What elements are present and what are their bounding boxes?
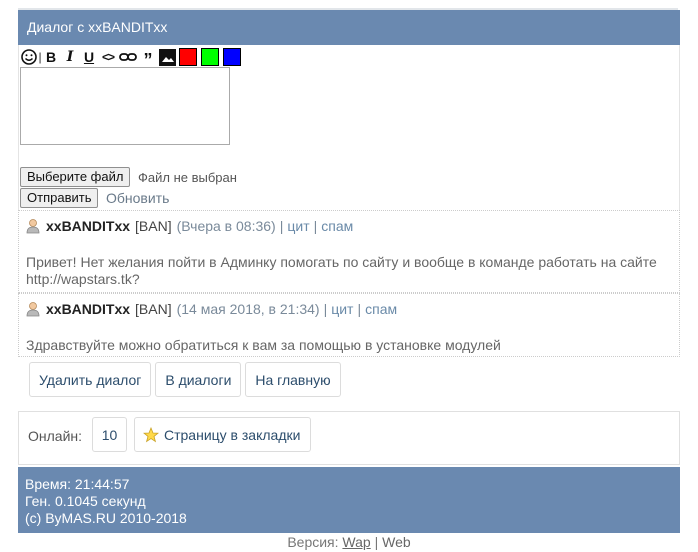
- format-toolbar: | B I U <> ”: [21, 48, 245, 70]
- color-blue-button[interactable]: [223, 48, 241, 66]
- delete-dialog-button[interactable]: Удалить диалог: [29, 362, 152, 397]
- separator: |: [313, 218, 318, 234]
- quote-link[interactable]: цит: [331, 301, 353, 317]
- quote-link[interactable]: цит: [287, 218, 309, 234]
- wap-link[interactable]: Wap: [342, 534, 370, 550]
- to-dialogs-button[interactable]: В диалоги: [155, 362, 242, 397]
- message-text: Здравствуйте можно обратиться к вам за п…: [26, 337, 501, 353]
- spam-link[interactable]: спам: [321, 218, 353, 234]
- link-icon[interactable]: [119, 48, 137, 66]
- bookmark-button[interactable]: Страницу в закладки: [134, 417, 312, 452]
- copyright: (c) ByMAS.RU 2010-2018: [25, 510, 187, 526]
- dialog-title: Диалог с xxBANDITxx: [27, 19, 168, 35]
- message-author[interactable]: xxBANDITxx: [46, 218, 130, 234]
- online-count-button[interactable]: 10: [92, 417, 127, 452]
- message-form: | B I U <> ” Выберите файл Файл не выбра…: [18, 45, 680, 210]
- server-time: Время: 21:44:57: [25, 476, 130, 492]
- bold-button[interactable]: B: [43, 48, 59, 66]
- message-textarea[interactable]: [20, 67, 230, 145]
- message-author[interactable]: xxBANDITxx: [46, 301, 130, 317]
- message-item: xxBANDITxx [BAN] (14 мая 2018, в 21:34) …: [18, 293, 680, 357]
- color-red-button[interactable]: [179, 48, 197, 66]
- separator: |: [279, 218, 284, 234]
- dialog-title-bar: Диалог с xxBANDITxx: [18, 10, 680, 45]
- spam-link[interactable]: спам: [365, 301, 397, 317]
- italic-button[interactable]: I: [62, 48, 78, 66]
- color-green-button[interactable]: [201, 48, 219, 66]
- underline-button[interactable]: U: [81, 48, 97, 66]
- footer: Время: 21:44:57 Ген. 0.1045 секунд (c) B…: [18, 467, 680, 533]
- home-button[interactable]: На главную: [245, 362, 341, 397]
- message-date: (14 мая 2018, в 21:34): [176, 301, 320, 317]
- send-button[interactable]: Отправить: [20, 188, 99, 208]
- version-bar: Версия: Wap | Web: [0, 534, 698, 550]
- code-button[interactable]: <>: [100, 48, 116, 66]
- image-icon[interactable]: [159, 48, 176, 66]
- message-date: (Вчера в 08:36): [176, 218, 276, 234]
- bookmark-label: Страницу в закладки: [164, 426, 301, 443]
- separator: |: [357, 301, 362, 317]
- version-label: Версия:: [287, 534, 339, 550]
- refresh-link[interactable]: Обновить: [106, 190, 169, 206]
- message-text: Привет! Нет желания пойти в Админку помо…: [26, 254, 657, 287]
- generation-time: Ген. 0.1045 секунд: [25, 493, 146, 509]
- ban-label: [BAN]: [135, 301, 172, 317]
- star-icon: [143, 426, 159, 442]
- choose-file-button[interactable]: Выберите файл: [20, 167, 131, 187]
- separator: |: [323, 301, 328, 317]
- user-icon: [26, 302, 40, 317]
- web-link[interactable]: Web: [382, 534, 411, 550]
- version-separator: |: [374, 534, 379, 550]
- page: Диалог с xxBANDITxx | B I U <> ” Выберит…: [0, 0, 698, 552]
- smiley-icon[interactable]: [21, 48, 37, 66]
- online-panel: Онлайн: 10 Страницу в закладки: [18, 411, 680, 465]
- message-header: xxBANDITxx [BAN] (Вчера в 08:36) | цит |…: [26, 218, 353, 234]
- message-item: xxBANDITxx [BAN] (Вчера в 08:36) | цит |…: [18, 210, 680, 293]
- file-status: Файл не выбран: [138, 170, 237, 185]
- online-label: Онлайн:: [28, 428, 83, 444]
- user-icon: [26, 219, 40, 234]
- ban-label: [BAN]: [135, 218, 172, 234]
- message-header: xxBANDITxx [BAN] (14 мая 2018, в 21:34) …: [26, 301, 397, 317]
- dialog-nav: Удалить диалог В диалоги На главную: [29, 362, 345, 397]
